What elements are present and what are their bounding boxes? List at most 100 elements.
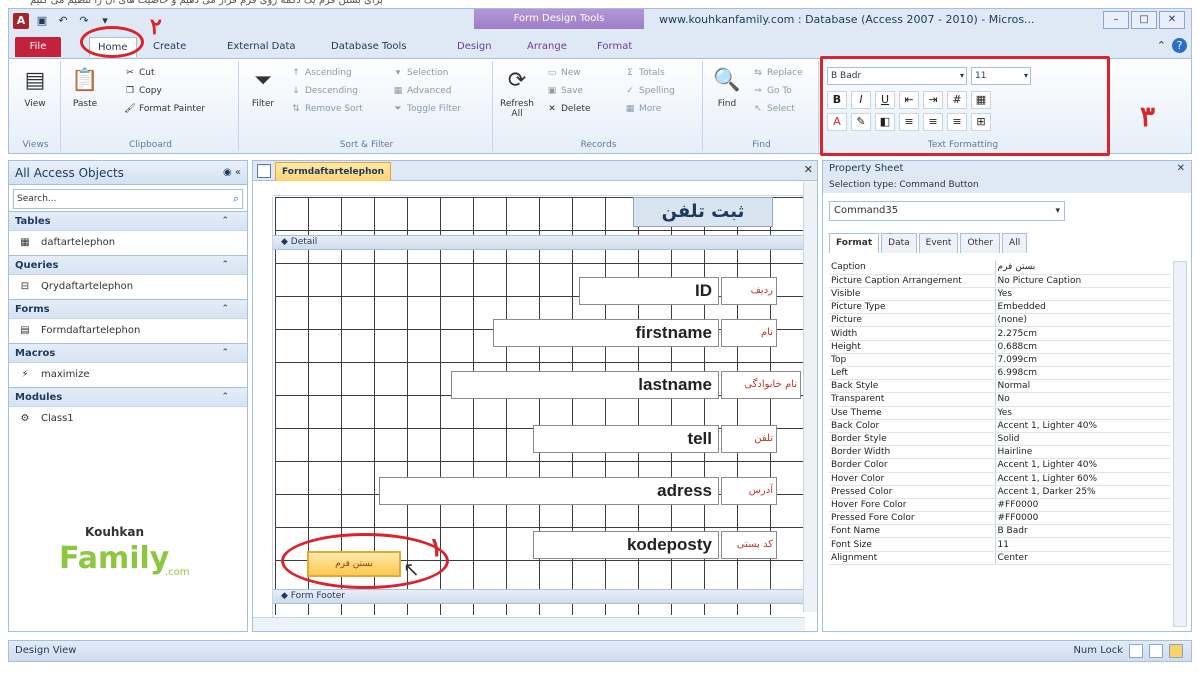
property-value[interactable]: 6.998cm — [995, 366, 1171, 381]
property-value[interactable]: Yes — [995, 406, 1171, 420]
nav-section-tables[interactable]: Tables ⌃ — [9, 211, 247, 231]
property-row[interactable]: Hover Fore Color #FF0000 — [829, 498, 1171, 513]
selection-button[interactable]: ▾ Selection — [391, 65, 449, 81]
nav-search-input[interactable]: Search... ⌕ — [13, 189, 243, 209]
property-row[interactable]: Use Theme Yes — [829, 406, 1171, 420]
field-kodeposty[interactable]: kodeposty — [533, 531, 719, 559]
property-row[interactable]: Visible Yes — [829, 287, 1171, 302]
nav-item-table[interactable]: ▦ daftartelephon — [9, 231, 247, 255]
cut-button[interactable]: ✂ Cut — [123, 65, 154, 81]
more-button[interactable]: ▦ More — [623, 101, 662, 117]
advanced-button[interactable]: ▦ Advanced — [391, 83, 452, 99]
document-tab-form[interactable]: Formdaftartelephon — [275, 162, 392, 181]
view-button[interactable]: ▤ View — [15, 65, 55, 109]
property-value[interactable]: Yes — [995, 287, 1171, 302]
property-value[interactable]: Accent 1, Lighter 40% — [995, 419, 1171, 433]
property-value[interactable]: 11 — [995, 537, 1171, 552]
property-row[interactable]: Font Size 11 — [829, 537, 1171, 552]
replace-button[interactable]: ⇆ Replace — [751, 65, 802, 81]
property-row[interactable]: Border Width Hairline — [829, 445, 1171, 460]
property-row[interactable]: Alignment Center — [829, 551, 1171, 565]
close-icon[interactable]: ✕ — [1177, 161, 1185, 177]
minimize-icon[interactable]: – — [1103, 11, 1129, 29]
field-firstname[interactable]: firstname — [493, 319, 719, 347]
descending-button[interactable]: ↓ Descending — [289, 83, 358, 99]
nav-section-forms[interactable]: Forms ⌃ — [9, 299, 247, 319]
property-value[interactable]: B Badr — [995, 524, 1171, 539]
access-app-icon[interactable]: A — [13, 13, 29, 29]
tab-external-data[interactable]: External Data — [219, 37, 304, 57]
maximize-icon[interactable]: □ — [1131, 11, 1157, 29]
tab-format[interactable]: Format — [589, 37, 640, 57]
tab-all-props[interactable]: All — [1002, 233, 1028, 253]
goto-button[interactable]: ⇒ Go To — [751, 83, 792, 99]
save-icon[interactable]: ▣ — [34, 13, 50, 29]
nav-item-query[interactable]: ⊟ Qrydaftartelephon — [9, 275, 247, 299]
toggle-filter-button[interactable]: ⏷ Toggle Filter — [391, 101, 461, 117]
property-row[interactable]: Height 0.688cm — [829, 340, 1171, 354]
property-value[interactable]: #FF0000 — [995, 498, 1171, 513]
form-view-icon[interactable] — [1129, 644, 1143, 658]
property-value[interactable]: Hairline — [995, 445, 1171, 460]
tab-other-props[interactable]: Other — [960, 233, 1001, 253]
tab-event-props[interactable]: Event — [918, 233, 959, 253]
property-value[interactable]: بستن فرم — [995, 261, 1171, 275]
redo-icon[interactable]: ↷ — [76, 13, 92, 29]
nav-item-form[interactable]: ▤ Formdaftartelephon — [9, 319, 247, 343]
property-row[interactable]: Picture Caption Arrangement No Picture Ca… — [829, 274, 1171, 288]
tab-data-props[interactable]: Data — [881, 233, 917, 253]
find-button[interactable]: 🔍 Find — [707, 65, 747, 109]
property-row[interactable]: Font Name B Badr — [829, 524, 1171, 539]
nav-section-modules[interactable]: Modules ⌃ — [9, 387, 247, 407]
property-value[interactable]: Embedded — [995, 300, 1171, 315]
property-row[interactable]: Left 6.998cm — [829, 366, 1171, 381]
property-value[interactable]: 7.099cm — [995, 353, 1171, 368]
spelling-button[interactable]: ✓ Spelling — [623, 83, 675, 99]
property-row[interactable]: Picture Type Embedded — [829, 300, 1171, 315]
horizontal-scrollbar[interactable] — [253, 617, 805, 631]
detail-section-bar[interactable]: ◆ Detail — [273, 235, 805, 250]
field-lastname[interactable]: lastname — [451, 371, 719, 399]
new-record-button[interactable]: ▭ New — [545, 65, 581, 81]
property-row[interactable]: Pressed Color Accent 1, Darker 25% — [829, 485, 1171, 499]
property-value[interactable]: Solid — [995, 432, 1171, 447]
property-value[interactable]: No — [995, 392, 1171, 407]
property-row[interactable]: Hover Color Accent 1, Lighter 60% — [829, 472, 1171, 486]
refresh-all-button[interactable]: ⟳ Refresh All — [497, 65, 537, 119]
property-value[interactable]: #FF0000 — [995, 511, 1171, 526]
nav-item-module[interactable]: ⚙ Class1 — [9, 407, 247, 431]
label-tell[interactable]: تلفن — [721, 425, 777, 453]
format-painter-button[interactable]: 🖌 Format Painter — [123, 101, 205, 117]
delete-button[interactable]: ✕ Delete — [545, 101, 590, 117]
layout-view-icon[interactable] — [1149, 644, 1163, 658]
label-kodeposty[interactable]: کد پستی — [721, 531, 777, 559]
form-footer-section-bar[interactable]: ◆ Form Footer — [273, 589, 805, 604]
form-header-label[interactable]: ثبت تلفن — [633, 197, 773, 227]
tab-format-props[interactable]: Format — [829, 233, 880, 253]
totals-button[interactable]: Σ Totals — [623, 65, 665, 81]
select-button[interactable]: ↖ Select — [751, 101, 795, 117]
undo-icon[interactable]: ↶ — [55, 13, 71, 29]
property-row[interactable]: Border Color Accent 1, Lighter 40% — [829, 458, 1171, 473]
vertical-scrollbar[interactable] — [803, 182, 817, 612]
shutter-bar-icon[interactable]: ◉ « — [223, 161, 241, 185]
tab-arrange[interactable]: Arrange — [519, 37, 575, 57]
remove-sort-button[interactable]: ⇅ Remove Sort — [289, 101, 363, 117]
property-value[interactable]: (none) — [995, 313, 1171, 328]
nav-item-macro[interactable]: ⚡ maximize — [9, 363, 247, 387]
field-tell[interactable]: tell — [533, 425, 719, 453]
close-icon[interactable]: ✕ — [804, 163, 813, 176]
property-value[interactable]: Accent 1, Darker 25% — [995, 485, 1171, 499]
tab-create[interactable]: Create — [145, 37, 194, 57]
paste-button[interactable]: 📋 Paste — [65, 65, 105, 109]
property-row[interactable]: Back Style Normal — [829, 379, 1171, 394]
property-row[interactable]: Pressed Fore Color #FF0000 — [829, 511, 1171, 526]
save-record-button[interactable]: ▣ Save — [545, 83, 583, 99]
copy-button[interactable]: ❐ Copy — [123, 83, 162, 99]
nav-section-macros[interactable]: Macros ⌃ — [9, 343, 247, 363]
property-value[interactable]: 0.688cm — [995, 340, 1171, 354]
nav-section-queries[interactable]: Queries ⌃ — [9, 255, 247, 275]
tab-design[interactable]: Design — [449, 37, 500, 57]
property-row[interactable]: Back Color Accent 1, Lighter 40% — [829, 419, 1171, 433]
object-selector-dropdown[interactable]: Command35 ▾ — [829, 201, 1065, 221]
